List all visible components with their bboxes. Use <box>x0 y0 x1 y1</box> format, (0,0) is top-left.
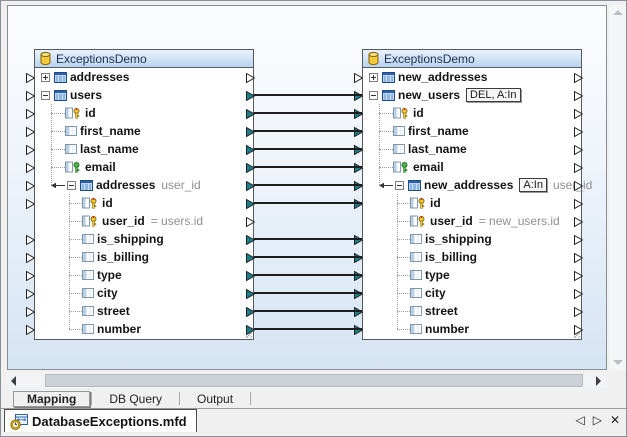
unconnected-output-connector[interactable] <box>574 324 583 338</box>
mapping-connection[interactable] <box>254 148 362 150</box>
horizontal-scroll-thumb[interactable] <box>45 374 583 387</box>
unconnected-input-connector[interactable] <box>26 288 35 302</box>
unconnected-input-connector[interactable] <box>26 252 35 266</box>
mapping-connection[interactable] <box>254 292 362 294</box>
view-tab-bar: Mapping DB Query Output <box>7 390 607 407</box>
unconnected-output-connector[interactable] <box>574 72 583 86</box>
unconnected-output-connector[interactable] <box>574 270 583 284</box>
mapping-connection[interactable] <box>254 184 362 186</box>
unconnected-input-connector[interactable] <box>26 270 35 284</box>
unconnected-input-connector[interactable] <box>26 306 35 320</box>
file-tab-label: DatabaseExceptions.mfd <box>32 414 187 429</box>
tab-separator <box>250 392 251 405</box>
unconnected-output-connector[interactable] <box>246 216 255 230</box>
unconnected-output-connector[interactable] <box>574 216 583 230</box>
connected-output-connector[interactable] <box>246 108 255 122</box>
previous-document-button[interactable]: ◁ <box>575 413 584 427</box>
mapping-connection[interactable] <box>254 328 362 330</box>
connected-output-connector[interactable] <box>246 126 255 140</box>
connected-output-connector[interactable] <box>246 234 255 248</box>
unconnected-output-connector[interactable] <box>574 90 583 104</box>
mapping-canvas: ExceptionsDemoaddressesusersidfirst_name… <box>7 5 607 370</box>
connected-output-connector[interactable] <box>246 270 255 284</box>
unconnected-output-connector[interactable] <box>574 234 583 248</box>
connections-overlay <box>8 6 606 369</box>
unconnected-output-connector[interactable] <box>574 252 583 266</box>
unconnected-input-connector[interactable] <box>354 72 363 86</box>
scroll-up-button[interactable] <box>609 5 626 20</box>
connected-output-connector[interactable] <box>246 180 255 194</box>
mapping-connection[interactable] <box>254 274 362 276</box>
unconnected-output-connector[interactable] <box>574 126 583 140</box>
document-tab-bar: DatabaseExceptions.mfd ◁ ▷ ✕ <box>1 408 627 432</box>
connected-input-connector[interactable] <box>354 180 363 194</box>
unconnected-input-connector[interactable] <box>26 126 35 140</box>
connected-input-connector[interactable] <box>354 108 363 122</box>
window-bottom-strip <box>1 432 627 437</box>
connected-input-connector[interactable] <box>354 288 363 302</box>
tab-output[interactable]: Output <box>181 391 249 407</box>
unconnected-input-connector[interactable] <box>26 324 35 338</box>
connected-output-connector[interactable] <box>246 306 255 320</box>
connected-input-connector[interactable] <box>354 252 363 266</box>
vertical-scrollbar[interactable] <box>609 5 626 370</box>
connected-input-connector[interactable] <box>354 198 363 212</box>
connected-input-connector[interactable] <box>354 144 363 158</box>
mfd-file-icon <box>10 414 28 430</box>
mapforce-window: ExceptionsDemoaddressesusersidfirst_name… <box>0 0 627 437</box>
unconnected-input-connector[interactable] <box>26 90 35 104</box>
unconnected-output-connector[interactable] <box>574 162 583 176</box>
connected-input-connector[interactable] <box>354 126 363 140</box>
horizontal-scrollbar[interactable] <box>7 373 607 388</box>
tab-separator <box>179 392 180 405</box>
mapping-connection[interactable] <box>254 202 362 204</box>
next-document-button[interactable]: ▷ <box>593 413 602 427</box>
connected-input-connector[interactable] <box>354 270 363 284</box>
connected-input-connector[interactable] <box>354 306 363 320</box>
connected-output-connector[interactable] <box>246 144 255 158</box>
mapping-connection[interactable] <box>254 94 362 96</box>
unconnected-input-connector[interactable] <box>26 180 35 194</box>
file-tab-database-exceptions[interactable]: DatabaseExceptions.mfd <box>4 409 197 433</box>
unconnected-input-connector[interactable] <box>26 72 35 86</box>
connected-output-connector[interactable] <box>246 90 255 104</box>
close-document-button[interactable]: ✕ <box>610 413 620 427</box>
mapping-connection[interactable] <box>254 166 362 168</box>
tab-separator <box>91 392 92 405</box>
unconnected-output-connector[interactable] <box>574 198 583 212</box>
mapping-connection[interactable] <box>254 130 362 132</box>
scroll-left-button[interactable] <box>7 373 23 388</box>
scrollbar-corner <box>609 373 626 388</box>
unconnected-input-connector[interactable] <box>26 108 35 122</box>
connected-output-connector[interactable] <box>246 288 255 302</box>
mapping-connection[interactable] <box>254 112 362 114</box>
connected-input-connector[interactable] <box>354 324 363 338</box>
scroll-right-button[interactable] <box>591 373 607 388</box>
unconnected-input-connector[interactable] <box>26 162 35 176</box>
scroll-down-button[interactable] <box>609 355 626 370</box>
tab-mapping[interactable]: Mapping <box>13 391 90 407</box>
unconnected-input-connector[interactable] <box>26 234 35 248</box>
unconnected-input-connector[interactable] <box>26 144 35 158</box>
connected-input-connector[interactable] <box>354 162 363 176</box>
unconnected-output-connector[interactable] <box>574 306 583 320</box>
tab-db-query[interactable]: DB Query <box>93 391 178 407</box>
connected-output-connector[interactable] <box>246 324 255 338</box>
connected-input-connector[interactable] <box>354 234 363 248</box>
connected-output-connector[interactable] <box>246 198 255 212</box>
unconnected-output-connector[interactable] <box>574 108 583 122</box>
unconnected-input-connector[interactable] <box>26 198 35 212</box>
connected-output-connector[interactable] <box>246 162 255 176</box>
mapping-connection[interactable] <box>254 238 362 240</box>
connected-input-connector[interactable] <box>354 90 363 104</box>
connected-output-connector[interactable] <box>246 252 255 266</box>
mapping-connection[interactable] <box>254 310 362 312</box>
mapping-connection[interactable] <box>254 256 362 258</box>
unconnected-output-connector[interactable] <box>574 288 583 302</box>
unconnected-output-connector[interactable] <box>246 72 255 86</box>
unconnected-output-connector[interactable] <box>574 180 583 194</box>
unconnected-output-connector[interactable] <box>574 144 583 158</box>
